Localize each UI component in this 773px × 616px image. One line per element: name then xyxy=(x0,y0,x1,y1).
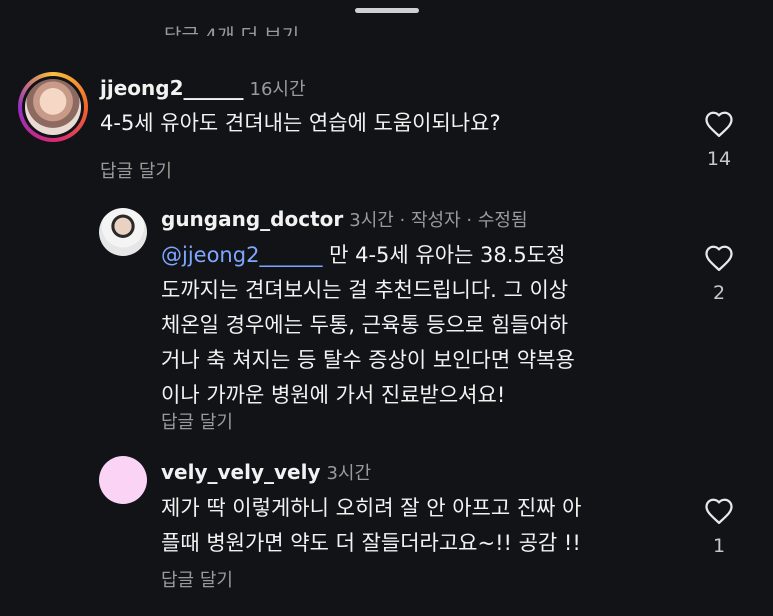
comment-line-text: 만 4-5세 유아는 38.5도정 xyxy=(322,243,566,267)
like-button[interactable]: 14 xyxy=(699,110,739,170)
comment-line: @jjeong2______ 만 4-5세 유아는 38.5도정 xyxy=(161,238,681,273)
avatar[interactable] xyxy=(99,208,147,256)
username-text[interactable]: vely_vely_vely xyxy=(161,460,320,484)
reply-button[interactable]: 답글 달기 xyxy=(161,408,233,434)
like-button[interactable]: 1 xyxy=(699,497,739,557)
comment-time: 16시간 xyxy=(249,79,306,100)
comment-line: 제가 딱 이렇게하니 오히려 잘 안 아프고 진짜 아 xyxy=(161,496,582,520)
avatar[interactable] xyxy=(18,72,88,142)
comment-username[interactable]: gungang_doctor 3시간 · 작성자 · 수정됨 xyxy=(161,206,528,232)
drag-handle[interactable] xyxy=(355,8,419,13)
heart-outline-icon[interactable] xyxy=(704,497,734,525)
comment-time: 3시간 xyxy=(326,463,372,484)
avatar-photo xyxy=(25,79,81,135)
heart-outline-icon[interactable] xyxy=(704,244,734,272)
reply-button[interactable]: 답글 달기 xyxy=(161,566,233,592)
comment-username[interactable]: vely_vely_vely 3시간 xyxy=(161,459,371,485)
comment-line: 이나 가까운 병원에 가서 진료받으셔요! xyxy=(161,383,506,407)
comment-username[interactable]: jjeong2______ 16시간 xyxy=(100,75,306,101)
username-text[interactable]: jjeong2______ xyxy=(100,76,244,100)
comment-line: 거나 축 쳐지는 등 탈수 증상이 보인다면 약복용 xyxy=(161,348,575,372)
comment-line: 도까지는 견뎌보시는 걸 추천드립니다. 그 이상 xyxy=(161,278,569,302)
like-button[interactable]: 2 xyxy=(699,244,739,304)
avatar[interactable] xyxy=(99,456,147,504)
comment-text: 4-5세 유아도 견뎌내는 연습에 도움이되나요? xyxy=(100,111,501,135)
heart-outline-icon[interactable] xyxy=(704,110,734,138)
like-count: 2 xyxy=(712,282,726,304)
comment-time: 3시간 · 작성자 · 수정됨 xyxy=(349,210,528,231)
like-count: 14 xyxy=(706,148,732,170)
comment-line: 체온일 경우에는 두통, 근육통 등으로 힘들어하 xyxy=(161,313,569,337)
comment-line: 플때 병원가면 약도 더 잘들더라고요~!! 공감 !! xyxy=(161,531,581,555)
view-more-replies[interactable]: 답글 4개 더 보기 xyxy=(164,14,299,36)
like-count: 1 xyxy=(712,535,726,557)
comment-text: @jjeong2______ 만 4-5세 유아는 38.5도정 도까지는 견뎌… xyxy=(161,238,681,413)
reply-button[interactable]: 답글 달기 xyxy=(100,157,172,183)
comment-text: 제가 딱 이렇게하니 오히려 잘 안 아프고 진짜 아 플때 병원가면 약도 더… xyxy=(161,491,681,561)
username-text[interactable]: gungang_doctor xyxy=(161,207,343,231)
mention-link[interactable]: @jjeong2______ xyxy=(161,243,322,267)
